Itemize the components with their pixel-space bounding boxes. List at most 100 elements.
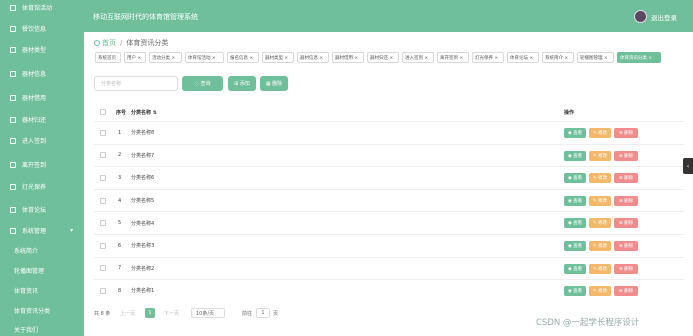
sidebar-item-system-manage[interactable]: 系统管理 ▾	[0, 224, 84, 237]
row-select-cell	[100, 167, 106, 189]
sidebar-item-forum[interactable]: 体育论坛	[0, 203, 84, 216]
tab-users[interactable]: 用户 ×	[124, 52, 146, 63]
row-checkbox[interactable]	[100, 197, 106, 204]
view-button[interactable]: ◉ 查看	[564, 195, 586, 206]
sidebar-item-checkin[interactable]: 进入签到	[0, 134, 84, 147]
tab-forum[interactable]: 体育论坛 ×	[507, 52, 539, 63]
view-button[interactable]: ◉ 查看	[564, 218, 586, 229]
row-index: 8	[118, 287, 122, 294]
sidebar-item-equipment-type[interactable]: 器材类型	[0, 43, 84, 56]
row-checkbox[interactable]	[100, 287, 106, 294]
row-checkbox[interactable]	[100, 152, 106, 159]
tab-equipment-info[interactable]: 器材信息 ×	[297, 52, 329, 63]
row-checkbox[interactable]	[100, 220, 106, 227]
row-select-cell	[100, 258, 106, 280]
search-button[interactable]: ◌ 查询	[182, 76, 223, 91]
edit-button[interactable]: ✎ 修改	[589, 173, 611, 184]
view-button[interactable]: ◉ 查看	[564, 241, 586, 251]
avatar[interactable]	[634, 10, 647, 23]
sidebar-item-venue-activity[interactable]: 体育馆活动	[0, 1, 84, 14]
pagination-prev[interactable]: 上一页	[120, 308, 135, 318]
chevron-down-icon: ▾	[70, 227, 74, 234]
row-checkbox[interactable]	[100, 265, 106, 272]
select-all-checkbox[interactable]	[100, 109, 106, 115]
sidebar-item-light-maintenance[interactable]: 灯光保养	[0, 180, 84, 193]
sidebar-subitem-system-intro[interactable]: 系统简介	[0, 244, 84, 257]
tab-signup-info[interactable]: 报名信息 ×	[227, 52, 259, 63]
sidebar-item-label: 轮播图管理	[14, 268, 45, 275]
row-select-cell	[100, 145, 106, 167]
row-delete-button[interactable]: ⊗ 删除	[614, 128, 638, 138]
tab-light-maintenance[interactable]: 灯光保养 ×	[472, 52, 504, 63]
tab-bar: 系统首页 用户 × 活动分类 × 体育馆活动 × 报名信息 × 器材类型 × 器…	[94, 52, 684, 64]
edit-button[interactable]: ✎ 修改	[589, 128, 611, 138]
search-input[interactable]: 分类名称	[94, 76, 178, 91]
row-delete-button[interactable]: ⊗ 删除	[614, 173, 638, 184]
app-title: 移动互联网时代的体育馆管理系统	[93, 13, 198, 21]
row-checkbox[interactable]	[100, 174, 106, 181]
tab-checkout[interactable]: 离开签到 ×	[437, 52, 469, 63]
header-name[interactable]: 分类名称 ⇅	[131, 105, 157, 119]
tab-carousel[interactable]: 轮播图管理 ×	[577, 52, 614, 63]
header-index: 序号	[116, 109, 127, 116]
edit-button[interactable]: ✎ 修改	[589, 150, 611, 161]
page-size-select[interactable]: 10条/页	[191, 308, 225, 318]
row-delete-button[interactable]: ⊗ 删除	[614, 286, 638, 297]
row-category-name: 分类名称3	[131, 243, 155, 250]
sidebar-subitem-about-us[interactable]: 关于我们	[0, 323, 84, 336]
sidebar-item-label: 体育馆活动	[22, 5, 53, 12]
tab-home[interactable]: 系统首页	[95, 52, 121, 63]
logout-link[interactable]: 退出登录	[651, 12, 677, 22]
chevron-left-icon: ‹	[686, 162, 690, 170]
breadcrumb-home[interactable]: 首页	[102, 38, 116, 48]
tab-equipment-type[interactable]: 器材类型 ×	[262, 52, 294, 63]
row-category-name: 分类名称8	[131, 130, 155, 137]
sidebar-subitem-sports-news[interactable]: 体育资讯	[0, 284, 84, 297]
edit-button[interactable]: ✎ 修改	[589, 195, 611, 206]
tab-venue-activity[interactable]: 体育馆活动 ×	[185, 52, 224, 63]
sidebar-subitem-carousel[interactable]: 轮播图管理	[0, 264, 84, 277]
sidebar-item-equipment-borrow[interactable]: 器材借用	[0, 91, 84, 104]
view-button[interactable]: ◉ 查看	[564, 263, 586, 274]
panel-toggle-handle[interactable]: ‹	[683, 158, 693, 174]
tab-activity-category[interactable]: 活动分类 ×	[149, 52, 182, 63]
watermark: CSDN @一起学长程序设计	[536, 318, 640, 328]
edit-button[interactable]: ✎ 修改	[589, 218, 611, 229]
view-button[interactable]: ◉ 查看	[564, 150, 586, 161]
row-checkbox[interactable]	[100, 242, 106, 249]
pagination-page-1[interactable]: 1	[145, 308, 155, 318]
row-index: 1	[118, 129, 122, 136]
sidebar-item-food-info[interactable]: 餐饮信息	[0, 22, 84, 35]
sidebar-item-equipment-return[interactable]: 器材归还	[0, 113, 84, 126]
row-select-cell	[100, 122, 106, 144]
tab-news-category[interactable]: 体育资讯分类 ×	[617, 52, 661, 63]
tab-system-intro[interactable]: 系统简介 ×	[542, 52, 574, 63]
view-button[interactable]: ◉ 查看	[564, 128, 586, 138]
row-delete-button[interactable]: ⊗ 删除	[614, 218, 638, 229]
view-button[interactable]: ◉ 查看	[564, 173, 586, 184]
tab-checkin[interactable]: 进入签到 ×	[402, 52, 434, 63]
edit-button[interactable]: ✎ 修改	[589, 241, 611, 251]
row-checkbox[interactable]	[100, 129, 106, 136]
sidebar-item-label: 灯光保养	[22, 184, 47, 191]
table-row: 2 分类名称7 ◉ 查看 ✎ 修改 ⊗ 删除	[94, 143, 684, 167]
view-button[interactable]: ◉ 查看	[564, 286, 586, 297]
row-delete-button[interactable]: ⊗ 删除	[614, 263, 638, 274]
add-button[interactable]: ⊞ 添加	[228, 76, 256, 91]
sidebar-item-label: 系统简介	[14, 248, 39, 255]
edit-button[interactable]: ✎ 修改	[589, 286, 611, 297]
delete-button[interactable]: ▦ 删除	[260, 76, 288, 91]
pagination-next[interactable]: 下一页	[164, 308, 179, 318]
sidebar-item-equipment-info[interactable]: 器材信息	[0, 67, 84, 80]
table-row: 8 分类名称1 ◉ 查看 ✎ 修改 ⊗ 删除	[94, 279, 684, 302]
row-delete-button[interactable]: ⊗ 删除	[614, 150, 638, 161]
tab-equipment-return[interactable]: 器材归还 ×	[367, 52, 399, 63]
sidebar-subitem-news-category[interactable]: 体育资讯分类	[0, 304, 84, 317]
edit-button[interactable]: ✎ 修改	[589, 263, 611, 274]
table-row: 7 分类名称2 ◉ 查看 ✎ 修改 ⊗ 删除	[94, 256, 684, 280]
pagination-goto-input[interactable]: 1	[256, 308, 270, 318]
row-delete-button[interactable]: ⊗ 删除	[614, 195, 638, 206]
tab-equipment-borrow[interactable]: 器材借用 ×	[332, 52, 364, 63]
row-delete-button[interactable]: ⊗ 删除	[614, 241, 638, 251]
sidebar-item-checkout[interactable]: 离开签到	[0, 158, 84, 171]
